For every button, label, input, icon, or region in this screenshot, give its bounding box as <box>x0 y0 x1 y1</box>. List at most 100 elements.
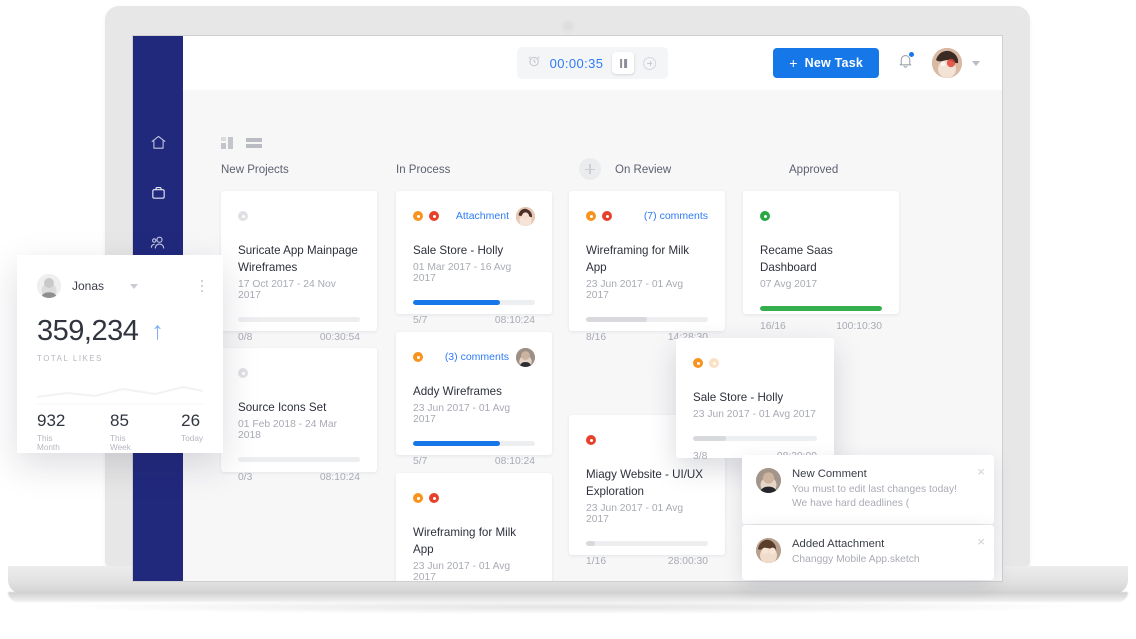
card-top <box>693 355 817 371</box>
timer-value: 00:00:35 <box>549 55 604 71</box>
toast-added-attachment[interactable]: Added Attachment Changgy Mobile App.sket… <box>742 525 994 580</box>
card-top <box>238 365 360 381</box>
card-top: Attachment <box>413 206 535 226</box>
card-count: 0/8 <box>238 332 253 343</box>
card-footer: 0/3 08:10:24 <box>238 472 360 483</box>
stats-widget: Jonas 359,234 ↑ TOTAL LIKES 932 This Mon… <box>17 255 223 453</box>
card-comments-label[interactable]: (7) comments <box>644 210 708 222</box>
column-header-on-review: On Review <box>615 164 672 176</box>
progress-bar <box>693 436 817 441</box>
toast-new-comment[interactable]: New Comment You must to edit last change… <box>742 455 994 524</box>
status-dot-red <box>586 435 596 445</box>
card-time: 08:10:24 <box>319 472 360 483</box>
progress-bar <box>238 457 360 462</box>
more-options-icon[interactable] <box>200 279 203 293</box>
chevron-down-icon[interactable] <box>972 60 980 66</box>
card-title: Recame Saas Dashboard <box>760 244 833 274</box>
close-icon[interactable]: × <box>977 535 985 548</box>
card-time: 00:30:54 <box>319 332 360 343</box>
status-dot-ghost <box>709 358 719 368</box>
card-count: 0/3 <box>238 472 253 483</box>
card-top <box>413 490 535 506</box>
notifications-button[interactable] <box>897 51 915 74</box>
card-footer: 0/8 00:30:54 <box>238 332 360 343</box>
list-view-icon[interactable] <box>246 136 262 154</box>
card-date: 23 Jun 2017 - 01 Avg 2017 <box>413 561 511 581</box>
card-dots <box>413 352 423 362</box>
card-sale-store-holly[interactable]: Attachment Sale Store - Holly 01 Mar 201 <box>396 191 552 326</box>
card-wireframing-milk-process[interactable]: Wireframing for Milk App 23 Jun 2017 - 0… <box>396 473 552 581</box>
close-icon[interactable]: × <box>977 465 985 478</box>
toast-title: Added Attachment <box>792 538 885 550</box>
card-dots <box>413 211 439 221</box>
toast-body: Changgy Mobile App.sketch <box>792 554 920 565</box>
progress-fill <box>760 306 882 311</box>
card-date: 07 Avg 2017 <box>760 279 818 290</box>
card-comments-label[interactable]: (3) comments <box>445 351 509 363</box>
card-source-icons[interactable]: Source Icons Set 01 Feb 2018 - 24 Mar 20… <box>221 348 377 483</box>
status-dot-grey <box>238 368 248 378</box>
card-top-right: Attachment <box>456 206 535 226</box>
view-toggles <box>221 136 262 154</box>
stats-metric-month: 932 This Month <box>37 411 76 452</box>
card-recame-saas[interactable]: Recame Saas Dashboard 07 Avg 2017 16/16 … <box>743 191 899 332</box>
toast-title: New Comment <box>792 468 867 480</box>
status-dot-orange <box>413 211 423 221</box>
status-dot-orange <box>693 358 703 368</box>
card-assignee-avatar <box>516 347 535 367</box>
card-time: 100:10:30 <box>836 321 882 332</box>
card-time: 08:10:24 <box>494 315 535 326</box>
card-attachment-label[interactable]: Attachment <box>456 210 509 222</box>
card-dragged-sale-store[interactable]: Sale Store - Holly 23 Jun 2017 - 01 Avg … <box>676 338 834 462</box>
card-top: (7) comments <box>586 208 708 224</box>
briefcase-icon <box>150 184 167 201</box>
card-date: 01 Mar 2017 - 16 Avg 2017 <box>413 262 512 284</box>
stats-total-label: TOTAL LIKES <box>37 354 103 363</box>
card-date: 23 Jun 2017 - 01 Avg 2017 <box>586 503 684 525</box>
sidebar-item-projects[interactable] <box>133 168 183 216</box>
card-title: Sale Store - Holly <box>693 391 784 404</box>
card-title: Wireframing for Milk App <box>586 244 690 274</box>
new-task-button[interactable]: + New Task <box>773 48 879 78</box>
card-date: 23 Jun 2017 - 01 Avg 2017 <box>586 279 684 301</box>
card-addy-wireframes[interactable]: (3) comments Addy Wireframes 23 Jun 2017 <box>396 332 552 467</box>
add-column-button[interactable] <box>579 158 601 180</box>
card-dots <box>238 211 248 221</box>
card-time: 28:00:30 <box>667 556 708 567</box>
card-footer: 5/7 08:10:24 <box>413 315 535 326</box>
timer-add-button[interactable] <box>643 56 657 70</box>
sidebar-item-home[interactable] <box>133 118 183 166</box>
progress-bar <box>586 541 708 546</box>
sparkline-chart <box>36 367 204 405</box>
card-title: Addy Wireframes <box>413 385 502 398</box>
card-date: 23 Jun 2017 - 01 Avg 2017 <box>693 409 816 420</box>
stats-total-value: 359,234 <box>37 315 139 347</box>
card-count: 5/7 <box>413 456 428 467</box>
card-wireframing-milk-review[interactable]: (7) comments Wireframing for Milk App 23… <box>569 191 725 343</box>
progress-fill <box>586 317 647 322</box>
status-dot-red <box>429 211 439 221</box>
toast-body: You must to edit last changes today! We … <box>792 484 958 509</box>
stats-metric-label: This Month <box>37 434 60 452</box>
arrow-up-icon: ↑ <box>151 317 164 345</box>
timer-pause-button[interactable] <box>612 52 635 74</box>
progress-bar <box>760 306 882 311</box>
progress-bar <box>586 317 708 322</box>
card-title: Sale Store - Holly <box>413 244 504 257</box>
stats-metric-week: 85 This Week <box>110 411 147 452</box>
stats-user-name: Jonas <box>72 279 105 293</box>
card-time: 08:10:24 <box>494 456 535 467</box>
stats-header: Jonas <box>37 273 203 299</box>
board-view-icon[interactable] <box>221 136 236 154</box>
progress-bar <box>413 441 535 446</box>
card-suricate[interactable]: Suricate App Mainpage Wireframes 17 Oct … <box>221 191 377 343</box>
avatar[interactable] <box>932 48 962 78</box>
chevron-down-icon[interactable] <box>130 283 139 289</box>
new-task-label: New Task <box>804 56 863 70</box>
card-title: Miagy Website - UI/UX Exploration <box>586 468 704 498</box>
column-header-approved: Approved <box>789 164 839 176</box>
stats-metric-label: Today <box>181 434 203 443</box>
toast-content: Added Attachment Changgy Mobile App.sket… <box>792 538 920 567</box>
column-header-in-process: In Process <box>396 164 451 176</box>
card-dots <box>238 368 248 378</box>
